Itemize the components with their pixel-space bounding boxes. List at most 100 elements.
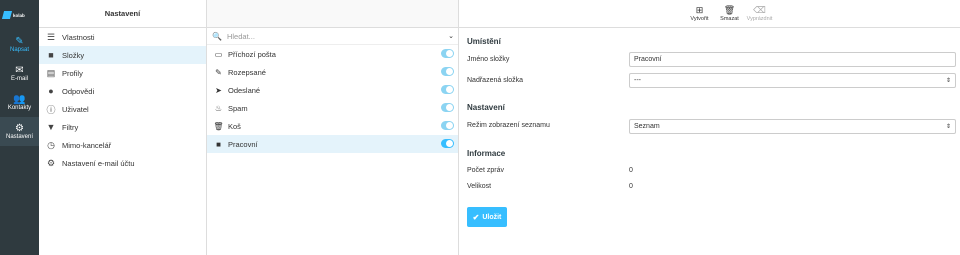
empty-button[interactable]: ⌫ Vyprázdnit — [747, 0, 773, 27]
list-mode-value: Seznam — [634, 123, 660, 130]
folder-item-sent[interactable]: ➤ Odeslané — [207, 81, 458, 99]
settings-item-profiles[interactable]: ▤ Profily — [39, 64, 206, 82]
logo-mark — [1, 11, 13, 19]
clock-icon: ◷ — [47, 139, 55, 150]
save-button[interactable]: ✔ Uložit — [467, 207, 507, 227]
subscription-toggle[interactable] — [441, 121, 454, 130]
subscription-toggle[interactable] — [441, 85, 454, 94]
folders-header — [207, 0, 458, 28]
compose-icon: ✎ — [15, 36, 24, 47]
trash-icon: 🗑 — [723, 5, 736, 15]
fire-icon: ♨ — [214, 103, 223, 113]
folder-label: Odeslané — [228, 85, 261, 95]
nav-label: E-mail — [10, 76, 28, 82]
folder-item-spam[interactable]: ♨ Spam — [207, 99, 458, 117]
nav-label: Nastavení — [5, 134, 33, 140]
folder-name-value: Pracovní — [634, 56, 662, 63]
subscription-toggle[interactable] — [441, 49, 454, 58]
sliders-icon: ☰ — [46, 31, 56, 42]
settings-item-folders[interactable]: ■ Složky — [39, 46, 206, 64]
settings-section-title: Nastavení — [467, 103, 505, 112]
settings-title: Nastavení — [39, 0, 206, 28]
toolbar: ⊞ Vytvořit 🗑 Smazat ⌫ Vyprázdnit — [459, 0, 960, 28]
settings-item-label: Profily — [62, 68, 83, 78]
list-mode-select[interactable]: Seznam ⇕ — [629, 119, 956, 134]
settings-item-label: Odpovědi — [62, 86, 95, 96]
size-label: Velikost — [467, 183, 492, 190]
delete-button[interactable]: 🗑 Smazat — [717, 0, 743, 27]
empty-label: Vyprázdnit — [746, 16, 773, 22]
folder-item-inbox[interactable]: ▭ Příchozí pošta — [207, 45, 458, 63]
settings-panel: Nastavení ☰ Vlastnosti ■ Složky ▤ Profil… — [39, 0, 207, 255]
save-label: Uložit — [482, 213, 502, 221]
settings-item-properties[interactable]: ☰ Vlastnosti — [39, 28, 206, 46]
nav-compose[interactable]: ✎ Napsat — [0, 30, 39, 59]
delete-label: Smazat — [720, 16, 739, 22]
settings-item-label: Nastavení e-mail účtu — [62, 158, 135, 168]
settings-item-user[interactable]: ⓘ Uživatel — [39, 100, 206, 118]
location-section-title: Umístění — [467, 37, 501, 46]
trash-icon: 🗑 — [213, 121, 224, 131]
nav-label: Kontakty — [7, 105, 32, 111]
plus-square-icon: ⊞ — [695, 5, 704, 15]
folder-label: Příchozí pošta — [228, 49, 276, 59]
info-section-title: Informace — [467, 149, 506, 158]
comment-icon: ● — [48, 86, 54, 96]
eraser-icon: ⌫ — [753, 5, 766, 15]
search-input[interactable]: Hledat... — [227, 32, 255, 41]
envelope-icon: ✉ — [15, 65, 24, 76]
folder-name-field[interactable]: Pracovní — [629, 52, 956, 67]
folder-search[interactable]: 🔍 Hledat... ⌄ — [207, 28, 458, 45]
parent-folder-value: --- — [634, 77, 641, 84]
chevron-down-icon[interactable]: ⌄ — [448, 32, 454, 40]
folder-label: Rozepsané — [228, 67, 266, 77]
settings-item-label: Mimo-kancelář — [62, 140, 112, 150]
settings-item-filters[interactable]: ▼ Filtry — [39, 118, 206, 136]
settings-item-label: Vlastnosti — [62, 32, 95, 42]
settings-item-label: Složky — [62, 50, 85, 60]
id-card-icon: ▤ — [46, 67, 56, 78]
create-label: Vytvořit — [690, 16, 709, 22]
contacts-icon: 👥 — [13, 94, 26, 105]
folder-label: Koš — [228, 121, 241, 131]
subscription-toggle[interactable] — [441, 67, 454, 76]
folder-label: Spam — [228, 103, 248, 113]
subscription-toggle[interactable] — [441, 139, 454, 148]
list-mode-label: Režim zobrazení seznamu — [467, 122, 550, 129]
create-button[interactable]: ⊞ Vytvořit — [687, 0, 713, 27]
folder-item-trash[interactable]: 🗑 Koš — [207, 117, 458, 135]
gear-icon: ⚙ — [15, 123, 24, 134]
nav-mail[interactable]: ✉ E-mail — [0, 59, 39, 88]
subscription-toggle[interactable] — [441, 103, 454, 112]
select-arrows-icon: ⇕ — [945, 78, 951, 84]
folder-name-label: Jméno složky — [467, 56, 510, 63]
folder-item-work[interactable]: ■ Pracovní — [207, 135, 458, 153]
message-count-label: Počet zpráv — [467, 167, 504, 174]
settings-item-responses[interactable]: ● Odpovědi — [39, 82, 206, 100]
message-count-value: 0 — [629, 167, 633, 174]
cog-icon: ⚙ — [46, 157, 56, 168]
logo[interactable]: kolab — [0, 0, 39, 30]
folder-label: Pracovní — [228, 139, 258, 149]
settings-item-account[interactable]: ⚙ Nastavení e-mail účtu — [39, 154, 206, 172]
parent-folder-label: Nadřazená složka — [467, 77, 524, 84]
main-navigation: kolab ✎ Napsat ✉ E-mail 👥 Kontakty ⚙ Nas… — [0, 0, 39, 255]
folder-icon: ■ — [216, 139, 221, 149]
filter-icon: ▼ — [46, 122, 56, 132]
select-arrows-icon: ⇕ — [945, 124, 951, 130]
paper-plane-icon: ➤ — [215, 85, 222, 95]
settings-item-label: Uživatel — [62, 104, 89, 114]
nav-contacts[interactable]: 👥 Kontakty — [0, 88, 39, 117]
settings-item-label: Filtry — [62, 122, 79, 132]
parent-folder-select[interactable]: --- ⇕ — [629, 73, 956, 88]
inbox-icon: ▭ — [214, 49, 223, 59]
size-value: 0 — [629, 183, 633, 190]
settings-item-out-of-office[interactable]: ◷ Mimo-kancelář — [39, 136, 206, 154]
folders-panel: 🔍 Hledat... ⌄ ▭ Příchozí pošta ✎ Rozepsa… — [207, 0, 459, 255]
folder-detail-panel: ⊞ Vytvořit 🗑 Smazat ⌫ Vyprázdnit Umístěn… — [459, 0, 960, 255]
check-icon: ✔ — [472, 212, 480, 222]
folder-icon: ■ — [48, 50, 54, 60]
folder-item-drafts[interactable]: ✎ Rozepsané — [207, 63, 458, 81]
nav-settings[interactable]: ⚙ Nastavení — [0, 117, 39, 146]
pencil-icon: ✎ — [215, 67, 222, 77]
